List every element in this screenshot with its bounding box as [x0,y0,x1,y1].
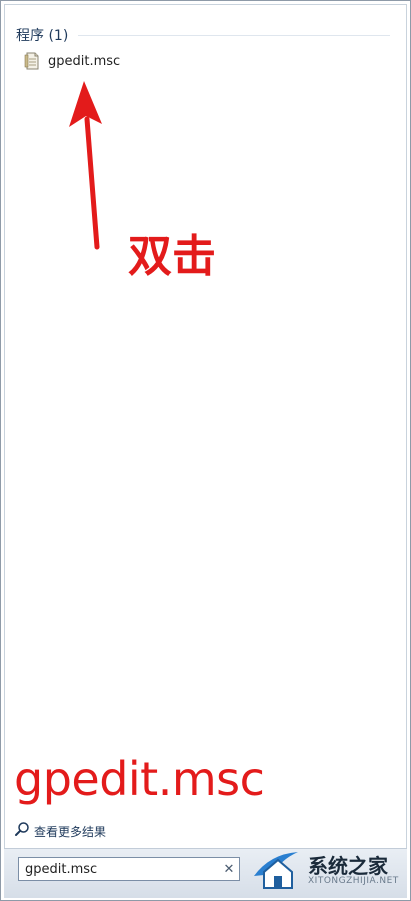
see-more-results-link[interactable]: 查看更多结果 [14,822,106,840]
section-header-programs: 程序 (1) [16,28,69,44]
watermark-logo: 系统之家 XITONGZHIJIA.NET [250,844,407,896]
watermark-title: 系统之家 [308,854,388,878]
program-result-item[interactable]: gpedit.msc [24,50,144,72]
msc-file-icon [24,52,40,70]
section-divider [78,35,390,36]
see-more-results-label: 查看更多结果 [34,824,107,839]
search-icon [14,821,30,841]
annotation-command-text: gpedit.msc [14,752,265,806]
annotation-arrow [69,81,102,250]
program-result-label: gpedit.msc [48,53,121,69]
close-icon[interactable]: ✕ [219,859,239,879]
house-logo-icon [254,852,298,889]
search-input-value[interactable]: gpedit.msc [19,862,219,877]
watermark-subtitle: XITONGZHIJIA.NET [308,876,399,886]
search-input[interactable]: gpedit.msc ✕ [18,857,240,881]
annotation-double-click: 双击 [128,231,216,282]
